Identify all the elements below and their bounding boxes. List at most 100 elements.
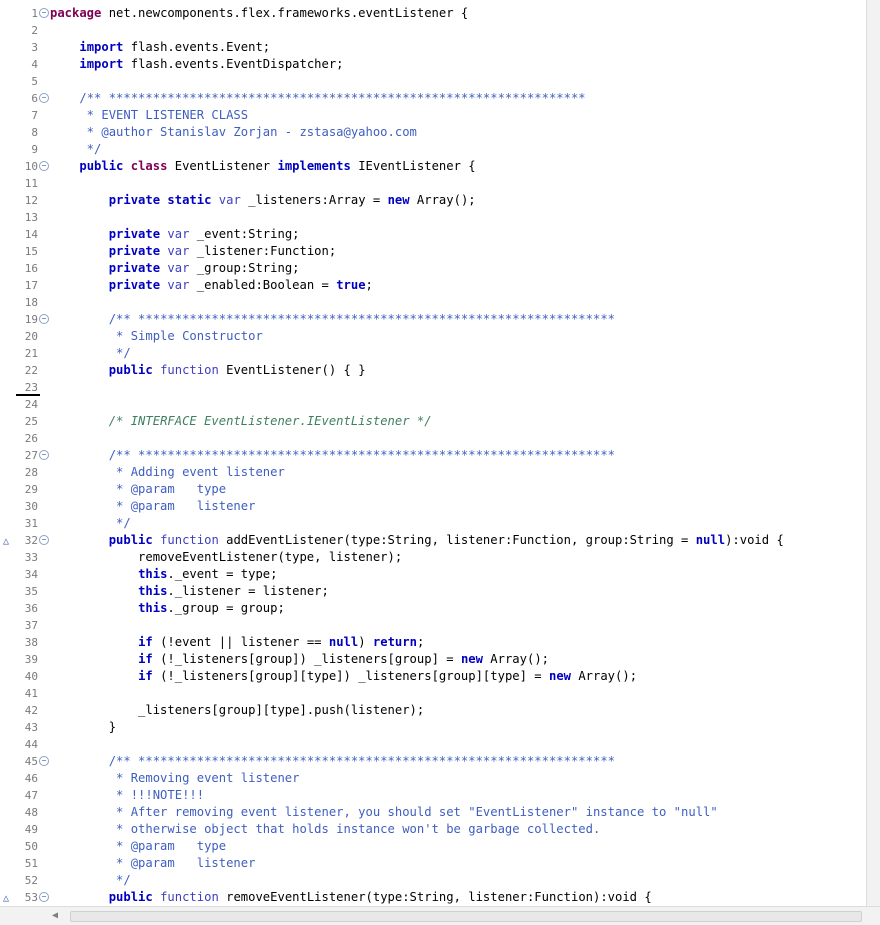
- code-line[interactable]: 8 * @author Stanislav Zorjan - zstasa@ya…: [0, 124, 866, 141]
- scroll-left-arrow-icon[interactable]: ◀: [52, 910, 58, 921]
- code-text[interactable]: * !!!NOTE!!!: [50, 787, 204, 804]
- code-line[interactable]: 22 public function EventListener() { }: [0, 362, 866, 379]
- code-line[interactable]: 38 if (!event || listener == null) retur…: [0, 634, 866, 651]
- vertical-scrollbar[interactable]: [866, 0, 880, 906]
- code-text[interactable]: * EVENT LISTENER CLASS: [50, 107, 248, 124]
- code-line[interactable]: 12 private static var _listeners:Array =…: [0, 192, 866, 209]
- code-line[interactable]: 36 this._group = group;: [0, 600, 866, 617]
- code-line[interactable]: 11: [0, 175, 866, 192]
- code-text[interactable]: private var _event:String;: [50, 226, 300, 243]
- code-line[interactable]: 47 * !!!NOTE!!!: [0, 787, 866, 804]
- code-line[interactable]: 7 * EVENT LISTENER CLASS: [0, 107, 866, 124]
- code-text[interactable]: private var _enabled:Boolean = true;: [50, 277, 373, 294]
- code-line[interactable]: 9 */: [0, 141, 866, 158]
- code-text[interactable]: import flash.events.Event;: [50, 39, 270, 56]
- code-text[interactable]: * @param type: [50, 481, 226, 498]
- code-text[interactable]: _listeners[group][type].push(listener);: [50, 702, 424, 719]
- collapse-fold-icon[interactable]: −: [39, 756, 49, 766]
- code-line[interactable]: 46 * Removing event listener: [0, 770, 866, 787]
- code-line[interactable]: 1− package net.newcomponents.flex.framewo…: [0, 5, 866, 22]
- code-text[interactable]: if (!_listeners[group]) _listeners[group…: [50, 651, 549, 668]
- code-line[interactable]: 51 * @param listener: [0, 855, 866, 872]
- code-text[interactable]: private var _listener:Function;: [50, 243, 336, 260]
- code-line[interactable]: 28 * Adding event listener: [0, 464, 866, 481]
- code-line[interactable]: 3 import flash.events.Event;: [0, 39, 866, 56]
- code-text[interactable]: /** ************************************…: [50, 90, 585, 107]
- code-line[interactable]: 6− /** *********************************…: [0, 90, 866, 107]
- code-line[interactable]: 14 private var _event:String;: [0, 226, 866, 243]
- code-line[interactable]: 43 }: [0, 719, 866, 736]
- code-line[interactable]: 13: [0, 209, 866, 226]
- horizontal-scrollbar[interactable]: ◀: [0, 906, 880, 925]
- code-line[interactable]: 52 */: [0, 872, 866, 889]
- code-line[interactable]: 44: [0, 736, 866, 753]
- code-text[interactable]: */: [50, 141, 102, 158]
- code-text[interactable]: public function addEventListener(type:St…: [50, 532, 784, 549]
- code-line[interactable]: 25 /* INTERFACE EventListener.IEventList…: [0, 413, 866, 430]
- code-text[interactable]: /** ************************************…: [50, 447, 615, 464]
- code-text[interactable]: * @author Stanislav Zorjan - zstasa@yaho…: [50, 124, 417, 141]
- code-line[interactable]: 49 * otherwise object that holds instanc…: [0, 821, 866, 838]
- code-text[interactable]: public function removeEventListener(type…: [50, 889, 652, 906]
- code-line[interactable]: 48 * After removing event listener, you …: [0, 804, 866, 821]
- code-text[interactable]: */: [50, 345, 131, 362]
- collapse-fold-icon[interactable]: −: [39, 450, 49, 460]
- code-line[interactable]: 24: [0, 394, 866, 413]
- horizontal-scroll-thumb[interactable]: [70, 911, 862, 922]
- collapse-fold-icon[interactable]: −: [39, 8, 49, 18]
- code-line[interactable]: 31 */: [0, 515, 866, 532]
- code-text[interactable]: /** ************************************…: [50, 753, 615, 770]
- code-editor[interactable]: 1− package net.newcomponents.flex.framewo…: [0, 0, 866, 906]
- code-text[interactable]: * @param type: [50, 838, 226, 855]
- code-text[interactable]: private static var _listeners:Array = ne…: [50, 192, 476, 209]
- code-text[interactable]: removeEventListener(type, listener);: [50, 549, 402, 566]
- code-text[interactable]: */: [50, 872, 131, 889]
- code-line[interactable]: △ 53− public function removeEventListener…: [0, 889, 866, 906]
- code-line[interactable]: 35 this._listener = listener;: [0, 583, 866, 600]
- code-line[interactable]: 39 if (!_listeners[group]) _listeners[gr…: [0, 651, 866, 668]
- code-text[interactable]: public class EventListener implements IE…: [50, 158, 475, 175]
- code-line[interactable]: 29 * @param type: [0, 481, 866, 498]
- code-line[interactable]: 30 * @param listener: [0, 498, 866, 515]
- code-line[interactable]: 40 if (!_listeners[group][type]) _listen…: [0, 668, 866, 685]
- code-line[interactable]: 19− /** ********************************…: [0, 311, 866, 328]
- code-line[interactable]: 16 private var _group:String;: [0, 260, 866, 277]
- code-text[interactable]: this._listener = listener;: [50, 583, 329, 600]
- code-text[interactable]: this._group = group;: [50, 600, 285, 617]
- code-line[interactable]: 27− /** ********************************…: [0, 447, 866, 464]
- code-line[interactable]: 4 import flash.events.EventDispatcher;: [0, 56, 866, 73]
- code-line[interactable]: 2: [0, 22, 866, 39]
- collapse-fold-icon[interactable]: −: [39, 314, 49, 324]
- code-line[interactable]: 26: [0, 430, 866, 447]
- code-line[interactable]: 34 this._event = type;: [0, 566, 866, 583]
- collapse-fold-icon[interactable]: −: [39, 161, 49, 171]
- code-text[interactable]: * Adding event listener: [50, 464, 285, 481]
- code-text[interactable]: /** ************************************…: [50, 311, 615, 328]
- code-line[interactable]: △ 32− public function addEventListener(ty…: [0, 532, 866, 549]
- code-text[interactable]: }: [50, 719, 116, 736]
- code-line[interactable]: 15 private var _listener:Function;: [0, 243, 866, 260]
- code-text[interactable]: this._event = type;: [50, 566, 277, 583]
- code-text[interactable]: /* INTERFACE EventListener.IEventListene…: [50, 413, 432, 430]
- collapse-fold-icon[interactable]: −: [39, 892, 49, 902]
- code-text[interactable]: package net.newcomponents.flex.framework…: [50, 5, 468, 22]
- code-text[interactable]: * After removing event listener, you sho…: [50, 804, 718, 821]
- code-line[interactable]: 10− public class EventListener implement…: [0, 158, 866, 175]
- code-line[interactable]: 50 * @param type: [0, 838, 866, 855]
- code-line[interactable]: 18: [0, 294, 866, 311]
- code-text[interactable]: * @param listener: [50, 855, 255, 872]
- code-text[interactable]: * Removing event listener: [50, 770, 299, 787]
- collapse-fold-icon[interactable]: −: [39, 535, 49, 545]
- code-line[interactable]: 37: [0, 617, 866, 634]
- code-text[interactable]: * otherwise object that holds instance w…: [50, 821, 600, 838]
- code-line[interactable]: 5: [0, 73, 866, 90]
- code-text[interactable]: public function EventListener() { }: [50, 362, 366, 379]
- code-text[interactable]: * Simple Constructor: [50, 328, 263, 345]
- code-line[interactable]: 21 */: [0, 345, 866, 362]
- code-line[interactable]: 45− /** ********************************…: [0, 753, 866, 770]
- code-text[interactable]: if (!_listeners[group][type]) _listeners…: [50, 668, 637, 685]
- collapse-fold-icon[interactable]: −: [39, 93, 49, 103]
- code-text[interactable]: if (!event || listener == null) return;: [50, 634, 424, 651]
- code-text[interactable]: import flash.events.EventDispatcher;: [50, 56, 343, 73]
- code-line[interactable]: 17 private var _enabled:Boolean = true;: [0, 277, 866, 294]
